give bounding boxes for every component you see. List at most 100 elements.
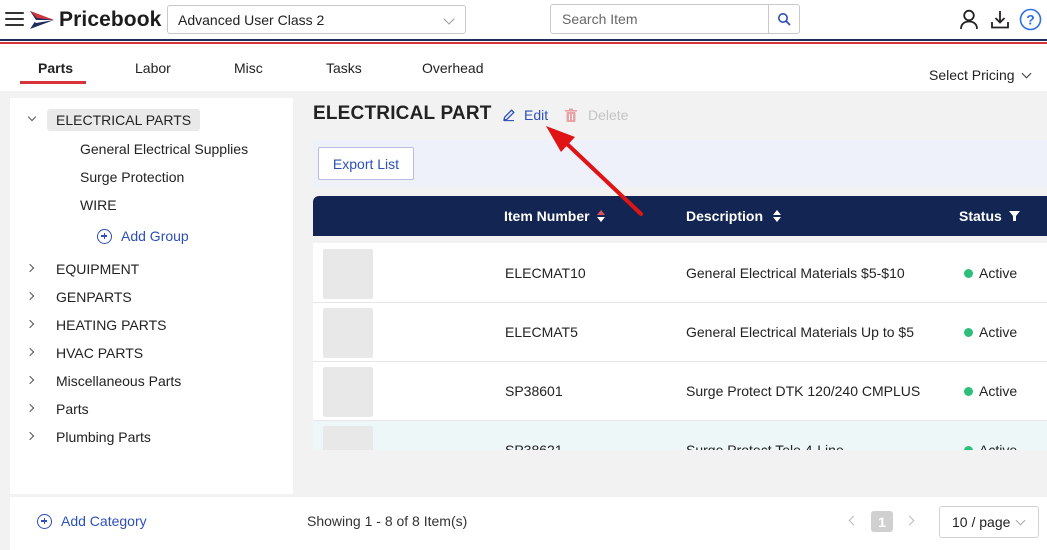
class-select-value: Advanced User Class 2 [178,11,325,28]
chevron-down-icon [1021,68,1032,78]
chevron-right-icon[interactable] [25,263,35,273]
tree-item-miscellaneous-parts[interactable]: Miscellaneous Parts [56,373,181,389]
pencil-icon [503,109,515,122]
sidebar-footer: Add Category [10,497,293,550]
trash-icon [565,108,577,122]
item-thumbnail [323,249,373,299]
edit-button[interactable]: Edit [502,107,548,123]
search-icon [778,13,791,26]
category-tree: ELECTRICAL PARTS General Electrical Supp… [10,98,293,494]
app-title: Pricebook [59,8,162,31]
item-thumbnail [323,367,373,417]
tab-misc[interactable]: Misc [234,60,263,76]
class-select[interactable]: Advanced User Class 2 [167,5,466,34]
menu-icon[interactable] [5,11,24,27]
sort-icon[interactable] [772,209,782,223]
tab-bar: Parts Labor Misc Tasks Overhead Select P… [0,45,1047,91]
chevron-right-icon[interactable] [25,347,35,357]
column-header-status[interactable]: Status [959,208,1020,224]
add-group-label: Add Group [121,228,189,244]
item-description: General Electrical Materials $5-$10 [686,265,905,281]
tree-item-parts[interactable]: Parts [56,401,89,417]
logo-icon [30,11,54,29]
status-label: Active [979,383,1018,399]
chevron-right-icon[interactable] [25,291,35,301]
page-size-select[interactable]: 10 / page [939,506,1039,538]
status-label: Active [979,442,1018,450]
user-icon[interactable] [959,9,979,30]
add-group-button[interactable]: Add Group [97,228,189,244]
search-input[interactable] [562,11,762,27]
chevron-right-icon[interactable] [904,515,915,526]
filter-icon[interactable] [1008,210,1020,222]
tree-subitem-wire[interactable]: WIRE [80,197,117,213]
status-badge: Active [964,265,1017,281]
status-dot [964,328,973,337]
item-description: Surge Protect Tele 4-Line [686,442,844,450]
help-icon[interactable]: ? [1019,8,1042,31]
item-number: ELECMAT10 [505,265,586,281]
table-row[interactable]: SP38621 Surge Protect Tele 4-Line Active [313,421,1047,450]
svg-text:?: ? [1026,12,1035,28]
search-button[interactable] [768,4,800,34]
chevron-down-icon [443,13,455,25]
edit-label: Edit [524,107,549,123]
status-dot [964,269,973,278]
sort-icon[interactable] [596,209,606,223]
tab-labor[interactable]: Labor [135,60,171,76]
tree-subitem-general-electrical-supplies[interactable]: General Electrical Supplies [80,141,248,157]
list-toolbar [313,140,1047,187]
tree-item-heating-parts[interactable]: HEATING PARTS [56,317,166,333]
tree-subitem-surge-protection[interactable]: Surge Protection [80,169,184,185]
item-number: SP38601 [505,383,563,399]
column-label: Item Number [504,208,590,224]
active-tab-indicator [20,81,86,84]
delete-button[interactable]: Delete [564,107,628,123]
items-table: ELECMAT10 General Electrical Materials $… [313,236,1047,450]
tab-tasks[interactable]: Tasks [326,60,362,76]
table-row[interactable]: ELECMAT10 General Electrical Materials $… [313,244,1047,303]
tab-overhead[interactable]: Overhead [422,60,483,76]
tree-item-plumbing-parts[interactable]: Plumbing Parts [56,429,151,445]
chevron-down-icon [1015,515,1026,526]
page-size-value: 10 / page [952,514,1011,530]
tree-item-hvac-parts[interactable]: HVAC PARTS [56,345,143,361]
table-row[interactable]: SP38601 Surge Protect DTK 120/240 CMPLUS… [313,362,1047,421]
page-title: ELECTRICAL PART [313,103,492,124]
export-list-button[interactable]: Export List [318,147,414,180]
add-category-button[interactable]: Add Category [37,513,147,529]
chevron-down-icon[interactable] [27,112,37,122]
add-category-label: Add Category [61,513,147,529]
table-row[interactable]: ELECMAT5 General Electrical Materials Up… [313,303,1047,362]
pagination-bar: Showing 1 - 8 of 8 Item(s) 1 10 / page [293,497,1047,550]
select-pricing-dropdown[interactable]: Select Pricing [929,67,1032,83]
search-field[interactable] [550,4,769,34]
item-number: ELECMAT5 [505,324,578,340]
column-header-item-number[interactable]: Item Number [504,208,606,224]
item-description: Surge Protect DTK 120/240 CMPLUS [686,383,921,399]
column-header-description[interactable]: Description [686,208,782,224]
logo[interactable]: Pricebook [29,8,161,32]
chevron-right-icon[interactable] [25,375,35,385]
chevron-right-icon[interactable] [25,319,35,329]
status-label: Active [979,265,1018,281]
chevron-right-icon[interactable] [25,431,35,441]
status-label: Active [979,324,1018,340]
item-thumbnail [323,308,373,358]
select-pricing-label: Select Pricing [929,67,1015,83]
tree-item-genparts[interactable]: GENPARTS [56,289,132,305]
table-gap [313,236,1047,243]
chevron-left-icon[interactable] [848,515,859,526]
table-bottom-spacer [313,450,1047,496]
tree-item-electrical-parts[interactable]: ELECTRICAL PARTS [47,109,201,131]
tree-item-equipment[interactable]: EQUIPMENT [56,261,139,277]
item-description: General Electrical Materials Up to $5 [686,324,914,340]
chevron-right-icon[interactable] [25,403,35,413]
item-number: SP38621 [505,442,563,450]
tab-parts[interactable]: Parts [38,60,73,76]
plus-circle-icon [97,228,112,244]
column-label: Status [959,208,1002,224]
download-icon[interactable] [990,9,1010,30]
page-number-current[interactable]: 1 [871,511,893,532]
item-thumbnail [323,426,373,450]
